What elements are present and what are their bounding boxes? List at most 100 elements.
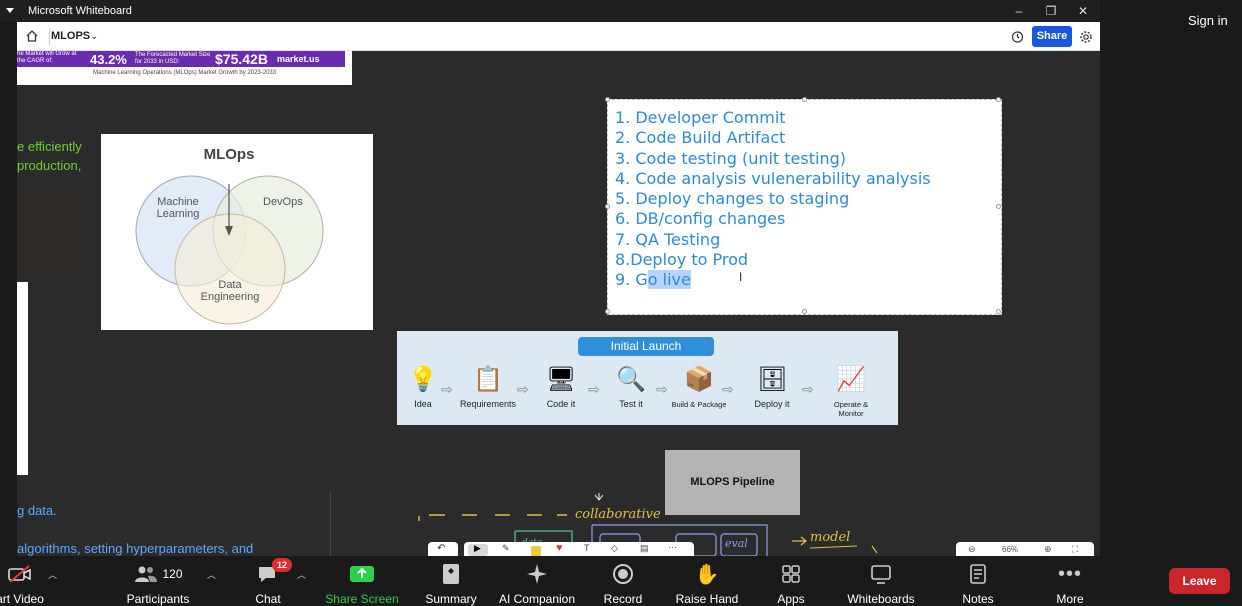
note-text: algorithms, setting hyperparameters, and xyxy=(17,541,254,556)
chat-unread-badge: 12 xyxy=(272,558,292,572)
selected-text: o live xyxy=(647,270,691,290)
summary-button[interactable]: Summary xyxy=(420,560,482,606)
banner-strip: he Market will Grow at the CAGR of: 43.2… xyxy=(17,51,345,67)
record-icon xyxy=(613,564,633,584)
chevron-up-icon[interactable]: ︿ xyxy=(207,568,216,581)
clipboard-icon: 📋 xyxy=(473,366,503,393)
step-item: 6. DB/config changes xyxy=(615,209,786,229)
text-tool-icon[interactable]: T xyxy=(584,543,590,553)
arrow-right-icon: ⇨ xyxy=(802,381,814,397)
record-button[interactable]: Record xyxy=(598,560,648,606)
stage-build: 📦 Build & Package xyxy=(671,366,727,409)
whiteboards-button[interactable]: Whiteboards xyxy=(843,560,919,606)
step-item: 4. Code analysis vulenerability analysis xyxy=(615,168,931,188)
restore-button[interactable]: ❐ xyxy=(1044,4,1058,18)
brand-logo: market.us xyxy=(277,54,320,64)
zoom-out-icon[interactable]: ⊖ xyxy=(968,544,976,555)
more-button[interactable]: ••• More xyxy=(1048,560,1092,606)
resize-handle[interactable] xyxy=(802,97,807,102)
step-item-last: 9. Go live xyxy=(615,270,931,290)
arrow-right-icon: ⇨ xyxy=(722,381,734,397)
stage-code: 🖥 Code it xyxy=(546,366,577,409)
more-icon: ••• xyxy=(1057,562,1082,585)
ai-companion-button[interactable]: AI Companion xyxy=(495,560,579,606)
pen-icon[interactable]: ✎ xyxy=(502,543,510,554)
chevron-down-icon[interactable] xyxy=(6,8,14,13)
resize-handle[interactable] xyxy=(802,309,807,314)
close-button[interactable]: ✕ xyxy=(1076,4,1090,18)
resize-handle[interactable] xyxy=(996,204,1001,209)
share-screen-button[interactable]: Share Screen xyxy=(324,560,400,606)
board-name[interactable]: MLOPS xyxy=(51,30,90,42)
start-video-button[interactable]: art Video xyxy=(0,560,48,606)
shapes-icon[interactable]: ◇ xyxy=(611,543,618,554)
timer-icon[interactable] xyxy=(1011,30,1024,43)
more-tools-icon[interactable]: ··· xyxy=(668,542,677,552)
launch-title: Initial Launch xyxy=(578,337,714,356)
drawing-toolbar[interactable]: ▶ ✎ ♥ T ◇ ▤ ··· xyxy=(464,542,694,556)
text-cursor-icon: I xyxy=(739,270,743,284)
step-item: 7. QA Testing xyxy=(615,229,721,249)
apps-button[interactable]: Apps xyxy=(770,560,812,606)
note-text: e efficiently xyxy=(17,139,82,154)
template-icon[interactable]: ▤ xyxy=(640,543,649,554)
chevron-up-icon[interactable]: ︿ xyxy=(48,568,57,581)
participants-icon xyxy=(135,566,158,582)
chevron-down-icon[interactable]: ⌄ xyxy=(90,31,98,42)
step-item: 1. Developer Commit xyxy=(615,108,786,127)
meeting-toolbar: art Video ︿ 120 Participants ︿ Chat 12 ︿… xyxy=(0,556,1242,606)
monitor-icon: 🖥 xyxy=(546,366,577,393)
divider xyxy=(330,491,331,556)
fit-screen-icon[interactable]: ⛶ xyxy=(1072,544,1078,555)
sketch-word: eval xyxy=(725,537,748,550)
steps-text-box[interactable]: 1. Developer Commit 2. Code Build Artifa… xyxy=(605,97,1002,315)
zoom-controls[interactable]: ⊖ 66% ⊕ ⛶ xyxy=(956,542,1094,556)
apps-icon xyxy=(782,565,800,583)
sketch-word: model xyxy=(810,530,851,545)
market-banner[interactable]: he Market will Grow at the CAGR of: 43.2… xyxy=(17,51,352,85)
leave-button[interactable]: Leave xyxy=(1169,568,1230,594)
chevron-up-icon[interactable]: ︿ xyxy=(297,568,306,581)
whiteboard-canvas[interactable]: he Market will Grow at the CAGR of: 43.2… xyxy=(17,51,1100,556)
sticky-note-icon[interactable] xyxy=(531,546,541,556)
banner-text: The Forecasted Market Size for 2033 in U… xyxy=(135,52,211,65)
arrow-right-icon: ⇨ xyxy=(656,381,668,397)
raise-hand-button[interactable]: ✋ Raise Hand xyxy=(674,560,740,606)
zoom-level: 66% xyxy=(1002,545,1019,554)
initial-launch-diagram[interactable]: Initial Launch 💡 Idea ⇨ 📋 Requirements ⇨ 🖥… xyxy=(397,331,898,425)
sparkle-icon xyxy=(527,564,547,584)
mlops-venn-diagram[interactable]: MLOps Machine Learning DevOps Data Engin… xyxy=(101,134,373,330)
window-titlebar: Microsoft Whiteboard – ❐ ✕ xyxy=(0,0,1100,22)
hand-icon: ✋ xyxy=(694,563,720,586)
minimize-button[interactable]: – xyxy=(1012,4,1026,18)
resize-handle[interactable] xyxy=(605,204,610,209)
venn-label: DevOps xyxy=(263,196,303,208)
share-button[interactable]: Share xyxy=(1032,26,1072,47)
resize-handle[interactable] xyxy=(605,309,610,314)
notes-button[interactable]: Notes xyxy=(956,560,1000,606)
steps-list[interactable]: 1. Developer Commit 2. Code Build Artifa… xyxy=(615,108,931,291)
banner-value: $75.42B xyxy=(215,51,268,67)
window-title: Microsoft Whiteboard xyxy=(28,5,132,17)
reaction-icon[interactable]: ♥ xyxy=(556,542,563,554)
resize-handle[interactable] xyxy=(996,309,1001,314)
whiteboard-app-bar: MLOPS ⌄ Share xyxy=(17,22,1100,51)
sign-in-link[interactable]: Sign in xyxy=(1188,13,1228,28)
stage-test: 🔍 Test it xyxy=(616,366,646,409)
undo-icon[interactable]: ↶ xyxy=(437,543,445,554)
arrow-right-icon: ⇨ xyxy=(588,381,600,397)
gear-icon[interactable] xyxy=(1079,30,1093,44)
magnifier-icon: 🔍 xyxy=(616,366,646,393)
step-text: 9. G xyxy=(615,270,648,290)
video-off-icon xyxy=(8,565,31,583)
home-icon[interactable] xyxy=(25,29,39,43)
undo-toolbar[interactable]: ↶ xyxy=(428,542,458,556)
chart-monitor-icon: 📈 xyxy=(836,366,866,393)
resize-handle[interactable] xyxy=(605,97,610,102)
banner-value: 43.2% xyxy=(90,52,127,67)
participants-button[interactable]: 120 Participants xyxy=(120,560,196,606)
stage-deploy: 🗄 Deploy it xyxy=(754,366,790,409)
arrow-right-icon: ⇨ xyxy=(441,381,453,397)
resize-handle[interactable] xyxy=(996,97,1001,102)
zoom-in-icon[interactable]: ⊕ xyxy=(1044,544,1052,555)
